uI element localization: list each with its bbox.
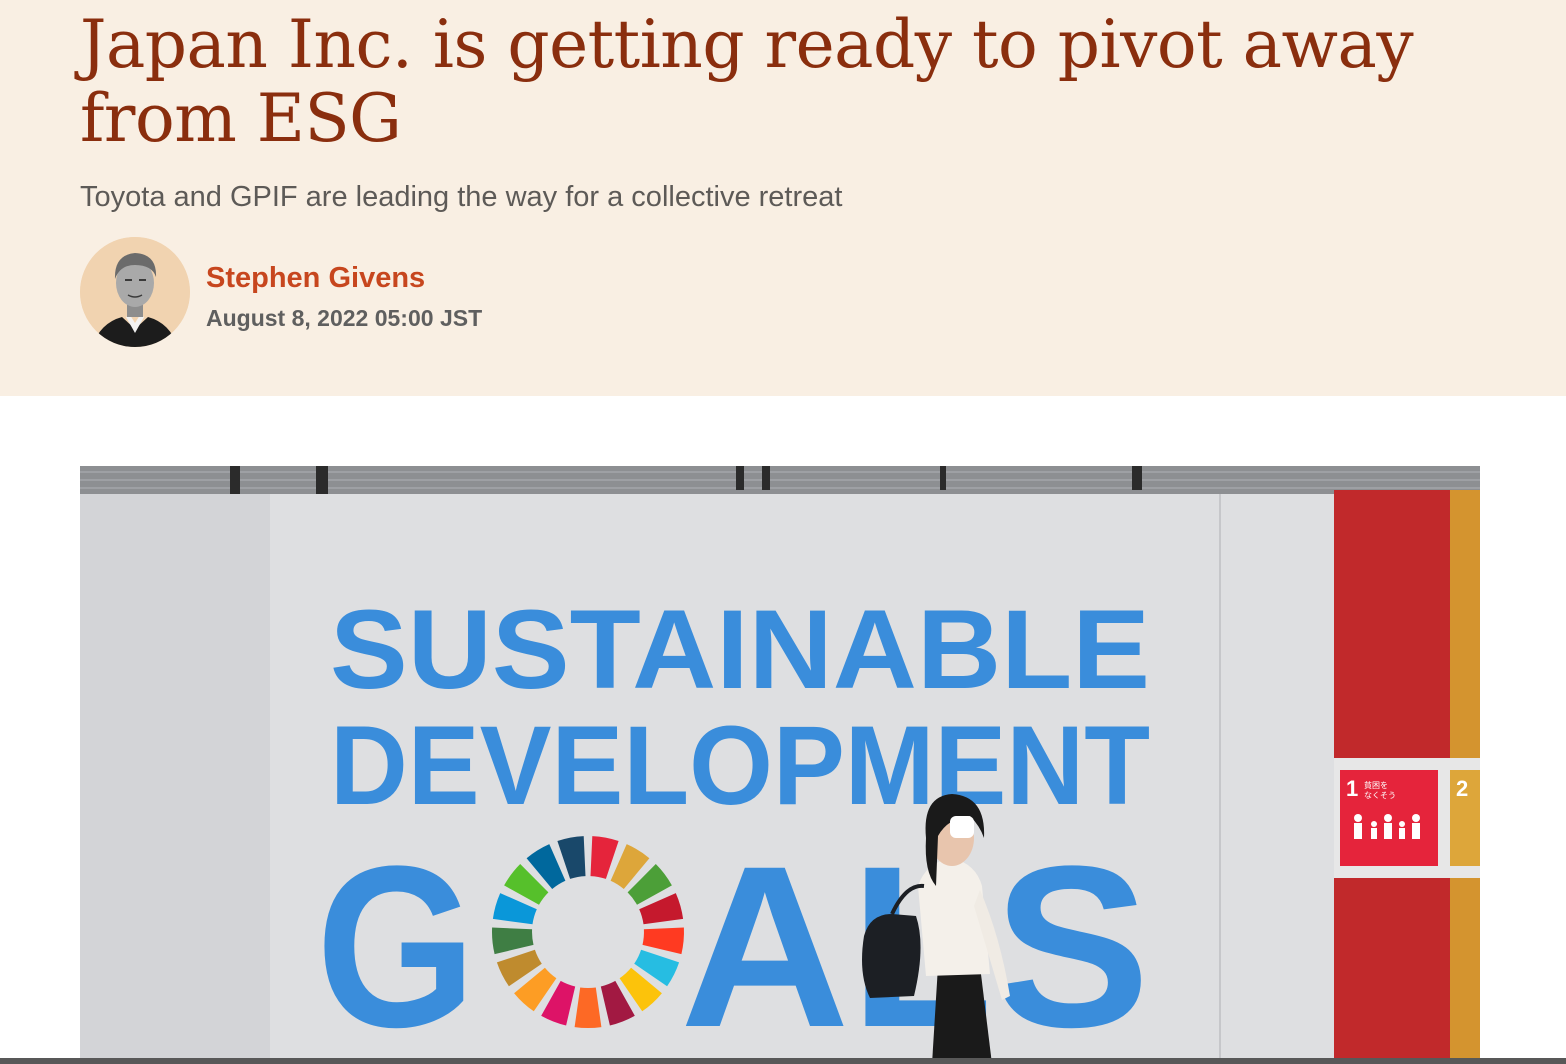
goal1-text-b: なくそう [1364,791,1396,800]
article-header: Japan Inc. is getting ready to pivot awa… [0,0,1566,396]
article-subtitle: Toyota and GPIF are leading the way for … [80,181,843,213]
goal1-number: 1 [1346,776,1358,801]
sign-line-sustainable: SUSTAINABLE [330,587,1150,712]
goal2-number: 2 [1456,776,1468,801]
bottom-scroll-bar [0,1058,1566,1064]
article-headline: Japan Inc. is getting ready to pivot awa… [80,6,1414,157]
sign-goals-g: G [316,818,476,1064]
publish-date: August 8, 2022 05:00 JST [206,305,483,331]
sign-line-development: DEVELOPMENT [330,703,1150,828]
hero-image: 1 貧困を なくそう 2 SUSTAINABLE DEVELOPMENT G A… [80,466,1480,1064]
goal1-text-a: 貧困を [1364,780,1388,790]
author-name-link[interactable]: Stephen Givens [206,262,425,295]
author-avatar[interactable] [80,237,190,347]
